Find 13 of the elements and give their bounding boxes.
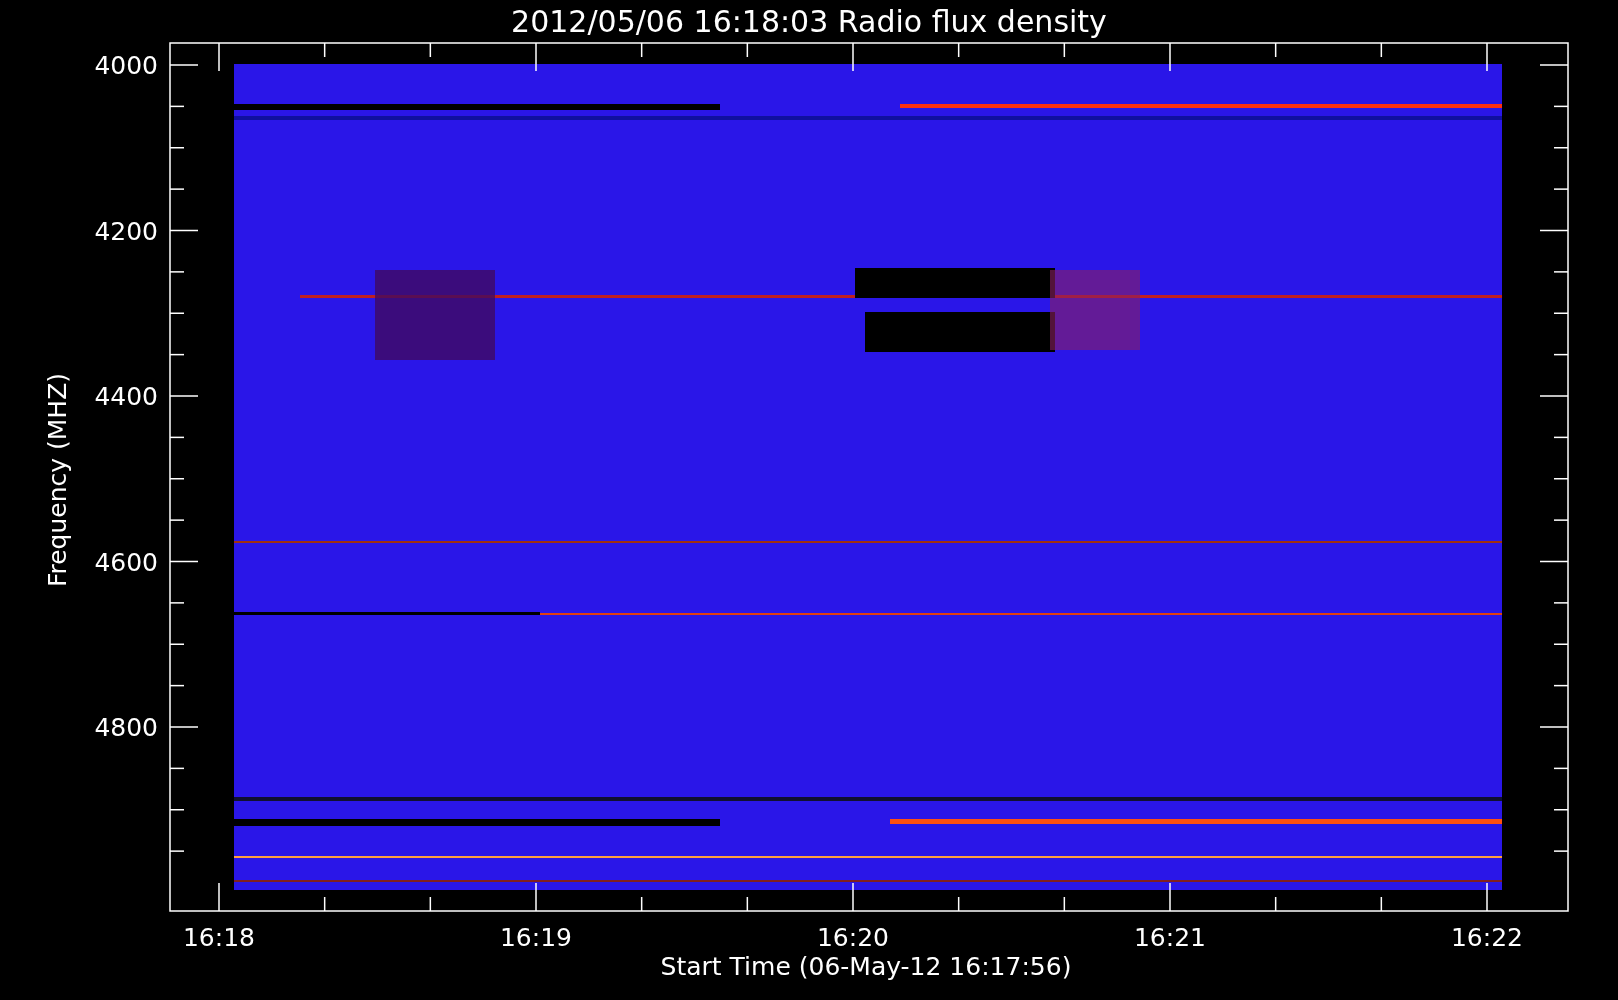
y-tick-label: 4600: [94, 547, 158, 577]
y-tick-label: 4200: [94, 216, 158, 246]
x-tick-label: 16:18: [183, 923, 255, 952]
y-axis-label: Frequency (MHZ): [43, 372, 72, 588]
y-tick-label: 4800: [94, 713, 158, 742]
x-tick-label: 16:22: [1451, 923, 1523, 952]
y-tick-label: 4400: [94, 382, 158, 411]
x-tick-label: 16:19: [500, 923, 572, 952]
x-tick-label: 16:21: [1134, 923, 1206, 952]
plot-title: 2012/05/06 16:18:03 Radio flux density: [511, 4, 1107, 39]
x-axis-label: Start Time (06-May-12 16:17:56): [660, 952, 1072, 981]
x-tick-label: 16:20: [817, 923, 889, 952]
y-tick-label: 4000: [94, 51, 158, 80]
